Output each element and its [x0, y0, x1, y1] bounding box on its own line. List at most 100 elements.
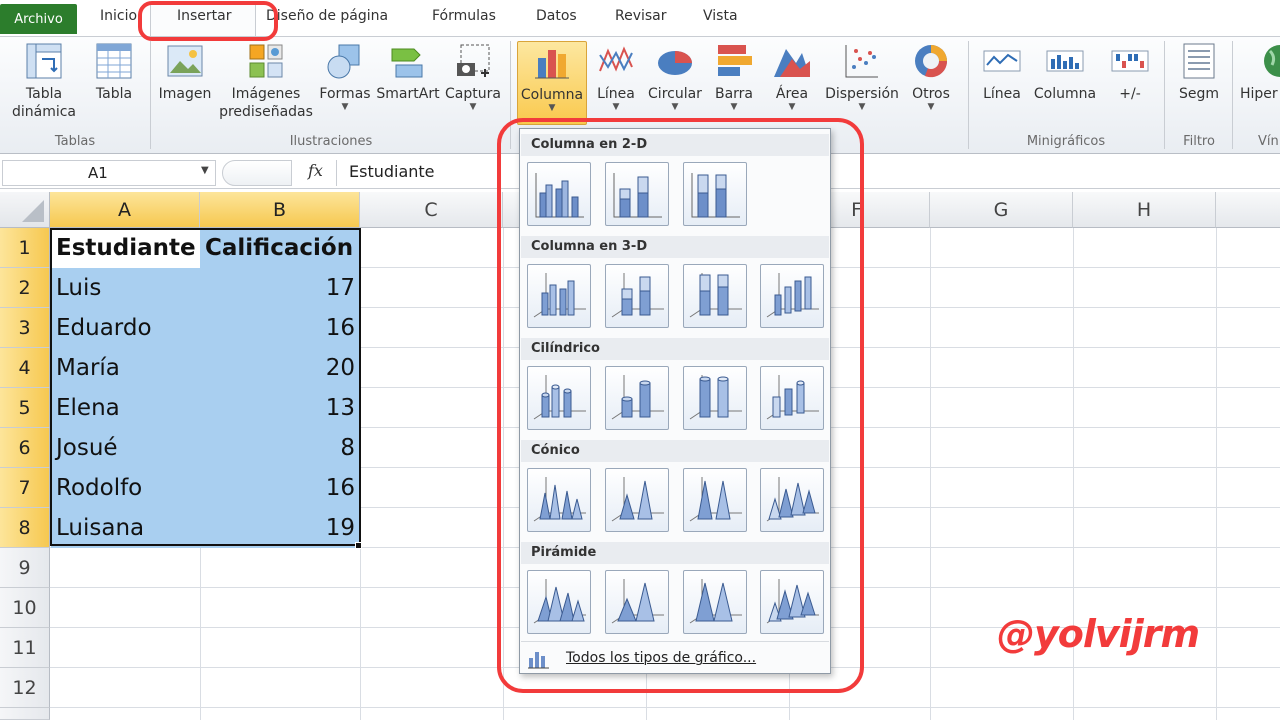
- formula-bar-resize-handle[interactable]: [222, 160, 292, 186]
- table-label: Tabla: [95, 86, 133, 102]
- selection-outline: [50, 228, 361, 546]
- gridline: [50, 707, 1280, 708]
- chevron-down-icon: ▼: [927, 102, 935, 112]
- area-chart-button[interactable]: Área ▼: [768, 41, 816, 112]
- shapes-button[interactable]: Formas ▼: [318, 41, 372, 112]
- other-charts-button[interactable]: Otros ▼: [906, 41, 956, 112]
- shapes-icon: [327, 44, 360, 79]
- bar-chart-button[interactable]: Barra ▼: [710, 41, 758, 112]
- globe-icon: [1264, 45, 1280, 77]
- name-box[interactable]: A1 ▼: [2, 160, 216, 186]
- tab-page-layout[interactable]: Diseño de página: [266, 8, 388, 24]
- line-chart-label: Línea: [597, 86, 635, 102]
- column-header-a[interactable]: A: [50, 192, 200, 228]
- insert-function-button[interactable]: fx: [308, 161, 323, 180]
- column-chart-label: Columna: [520, 87, 584, 103]
- row-header-3[interactable]: 3: [0, 308, 50, 348]
- chevron-down-icon: ▼: [548, 103, 556, 113]
- row-header-4[interactable]: 4: [0, 348, 50, 388]
- screenshot-label: Captura: [445, 86, 501, 102]
- sparkline-line-icon: [983, 50, 1021, 72]
- screenshot-button[interactable]: Captura ▼: [443, 41, 503, 112]
- row-header-7[interactable]: 7: [0, 468, 50, 508]
- sparkline-line-button[interactable]: Línea: [978, 41, 1026, 103]
- chevron-down-icon[interactable]: ▼: [201, 165, 209, 176]
- sparkline-winloss-button[interactable]: +/-: [1106, 41, 1154, 103]
- column-header-g[interactable]: G: [930, 192, 1073, 228]
- pie-chart-icon: [658, 51, 692, 75]
- bar-chart-label: Barra: [714, 86, 754, 102]
- area-chart-icon: [774, 49, 810, 77]
- screenshot-icon: [457, 44, 490, 77]
- tab-view[interactable]: Vista: [703, 8, 738, 24]
- group-separator: [1164, 41, 1165, 149]
- group-links-label: Vín: [1258, 134, 1279, 149]
- shapes-label: Formas: [319, 86, 371, 102]
- pie-chart-button[interactable]: Circular ▼: [646, 41, 704, 112]
- line-chart-icon: [599, 46, 633, 72]
- row-header-1[interactable]: 1: [0, 228, 50, 268]
- select-all-button[interactable]: [0, 192, 50, 228]
- row-header-12[interactable]: 12: [0, 668, 50, 708]
- chevron-down-icon: ▼: [858, 102, 866, 112]
- picture-icon: [167, 45, 203, 77]
- chevron-down-icon: ▼: [469, 102, 477, 112]
- insert-tab-highlight: [138, 1, 278, 41]
- other-charts-label: Otros: [912, 86, 950, 102]
- slicer-button[interactable]: Segm: [1172, 41, 1226, 103]
- row-header-9[interactable]: 9: [0, 548, 50, 588]
- scatter-chart-button[interactable]: Dispersión ▼: [822, 41, 902, 112]
- line-chart-button[interactable]: Línea ▼: [592, 41, 640, 112]
- clip-art-label: Imágenes prediseñadas: [219, 86, 313, 120]
- scatter-chart-label: Dispersión: [825, 86, 899, 102]
- watermark-text: @yolvijrm: [997, 612, 1200, 656]
- row-header-2[interactable]: 2: [0, 268, 50, 308]
- chevron-down-icon: ▼: [788, 102, 796, 112]
- gridline: [930, 228, 931, 720]
- sparkline-line-label: Línea: [983, 86, 1021, 102]
- picture-button[interactable]: Imagen: [157, 41, 213, 103]
- row-header-8[interactable]: 8: [0, 508, 50, 548]
- select-all-triangle-icon: [22, 200, 44, 222]
- tab-data[interactable]: Datos: [536, 8, 577, 24]
- column-chart-button[interactable]: Columna ▼: [517, 41, 587, 125]
- row-header-10[interactable]: 10: [0, 588, 50, 628]
- sparkline-column-button[interactable]: Columna: [1032, 41, 1098, 103]
- column-header-partial[interactable]: [1216, 192, 1280, 228]
- smartart-button[interactable]: SmartArt: [376, 41, 440, 103]
- column-header-b[interactable]: B: [200, 192, 360, 228]
- table-button[interactable]: Tabla: [90, 41, 138, 103]
- row-header-13[interactable]: [0, 708, 50, 720]
- chevron-down-icon: ▼: [612, 102, 620, 112]
- group-separator: [150, 41, 151, 149]
- tab-home[interactable]: Inicio: [100, 8, 137, 24]
- group-filter-label: Filtro: [1183, 134, 1215, 149]
- pivot-table-button[interactable]: Tabla dinámica: [6, 41, 82, 121]
- pivot-table-icon: [26, 43, 62, 79]
- smartart-icon: [391, 48, 423, 78]
- scatter-chart-icon: [845, 45, 878, 78]
- tab-formulas[interactable]: Fórmulas: [432, 8, 496, 24]
- group-tables-label: Tablas: [54, 134, 96, 149]
- group-illustrations-label: Ilustraciones: [289, 134, 373, 149]
- sparkline-winloss-label: +/-: [1119, 86, 1141, 102]
- chevron-down-icon: ▼: [341, 102, 349, 112]
- tab-file[interactable]: Archivo: [0, 4, 77, 34]
- slicer-label: Segm: [1178, 86, 1220, 102]
- clip-art-button[interactable]: Imágenes prediseñadas: [216, 41, 316, 121]
- fill-handle[interactable]: [355, 542, 362, 549]
- hyperlink-button[interactable]: Hiper: [1240, 41, 1280, 103]
- sparkline-column-icon: [1046, 50, 1084, 72]
- smartart-label: SmartArt: [376, 86, 440, 102]
- picture-label: Imagen: [158, 86, 212, 102]
- column-header-h[interactable]: H: [1073, 192, 1216, 228]
- row-header-11[interactable]: 11: [0, 628, 50, 668]
- column-header-c[interactable]: C: [360, 192, 503, 228]
- tab-review[interactable]: Revisar: [615, 8, 667, 24]
- group-separator: [968, 41, 969, 149]
- row-header-5[interactable]: 5: [0, 388, 50, 428]
- chevron-down-icon: ▼: [730, 102, 738, 112]
- name-box-value: A1: [88, 164, 108, 182]
- sparkline-column-label: Columna: [1033, 86, 1097, 102]
- row-header-6[interactable]: 6: [0, 428, 50, 468]
